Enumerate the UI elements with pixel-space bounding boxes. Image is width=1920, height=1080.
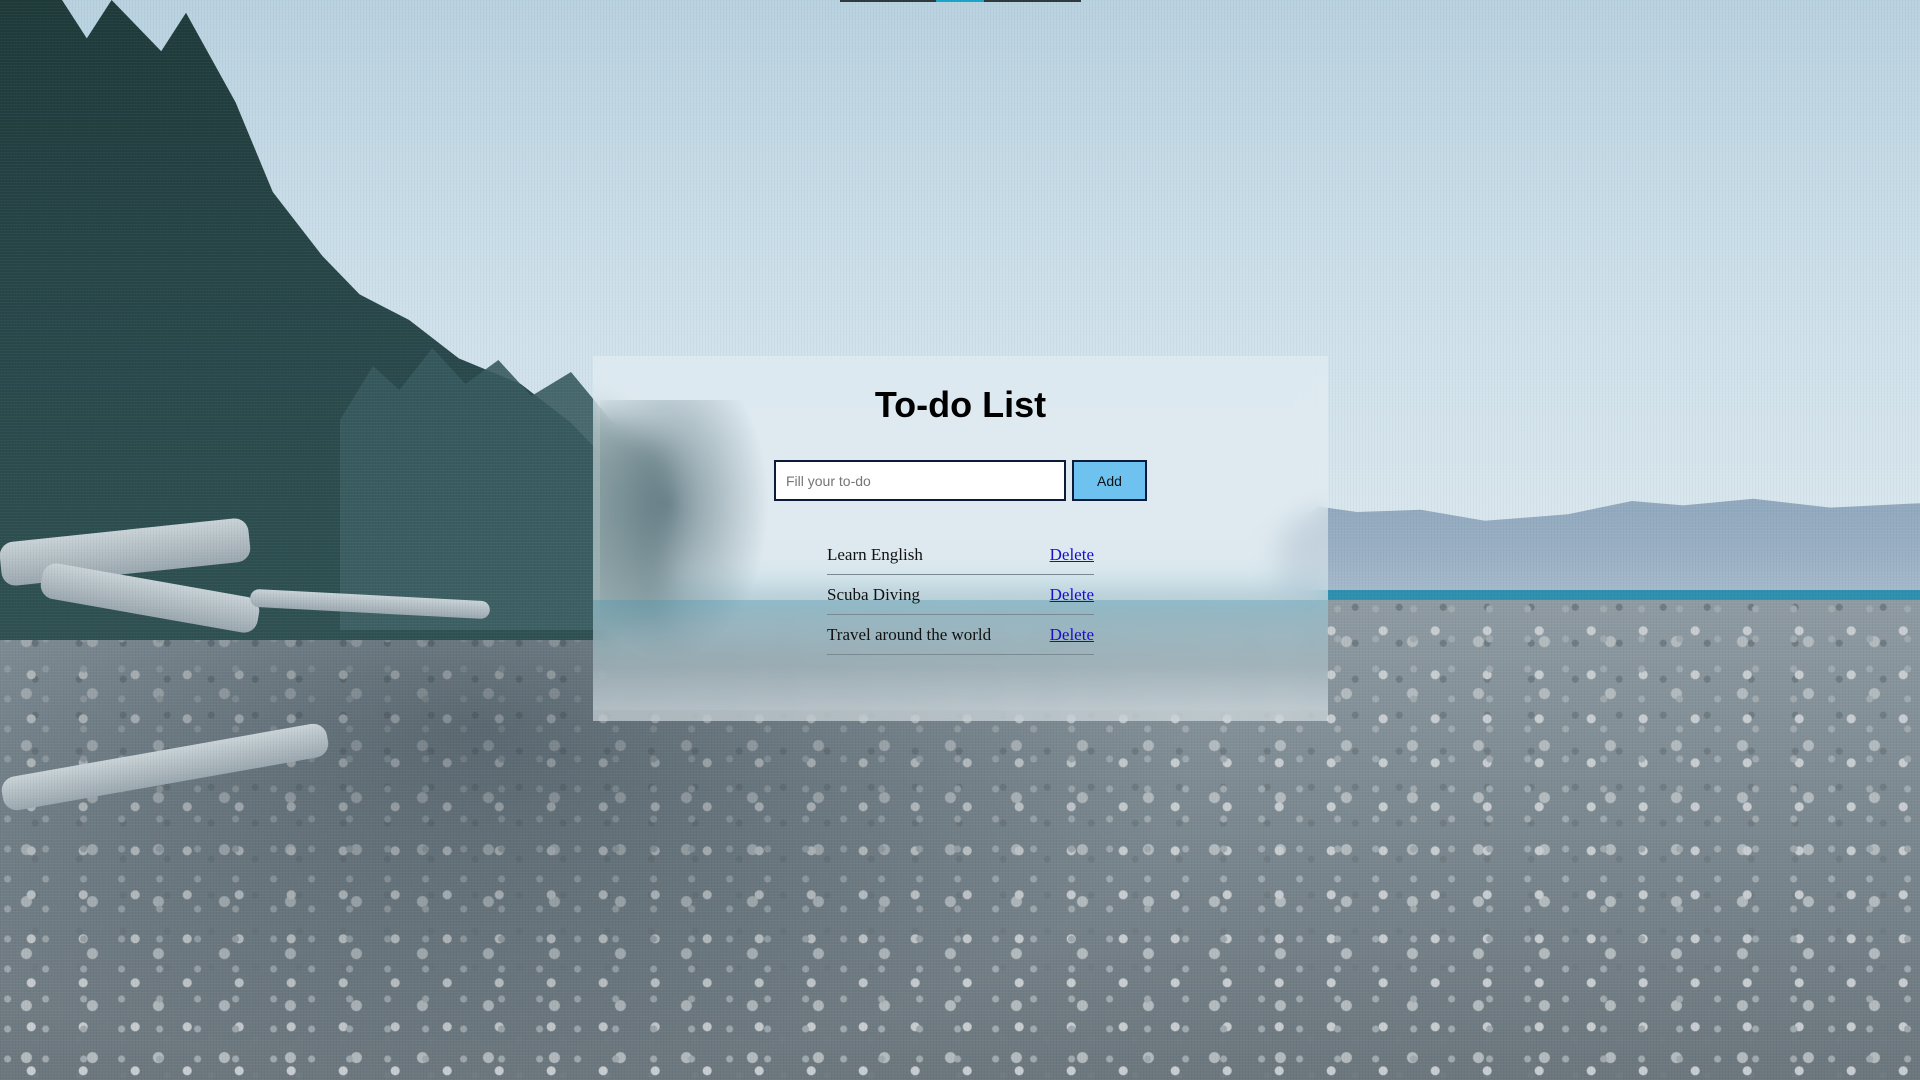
list-item: Travel around the world Delete: [827, 615, 1094, 655]
page-title: To-do List: [874, 384, 1047, 425]
list-item: Scuba Diving Delete: [827, 575, 1094, 615]
top-strip-accent: [936, 0, 984, 2]
delete-link[interactable]: Delete: [1050, 585, 1094, 605]
delete-link[interactable]: Delete: [1050, 625, 1094, 645]
delete-link[interactable]: Delete: [1050, 545, 1094, 565]
todo-text: Scuba Diving: [827, 584, 921, 604]
todo-text: Learn English: [827, 544, 923, 564]
todo-text: Travel around the world: [827, 624, 992, 644]
add-button[interactable]: Add: [1072, 460, 1147, 501]
list-item: Learn English Delete: [827, 535, 1094, 575]
todo-list: Learn English Delete Scuba Diving Delete…: [827, 535, 1094, 655]
todo-input[interactable]: [774, 460, 1066, 501]
